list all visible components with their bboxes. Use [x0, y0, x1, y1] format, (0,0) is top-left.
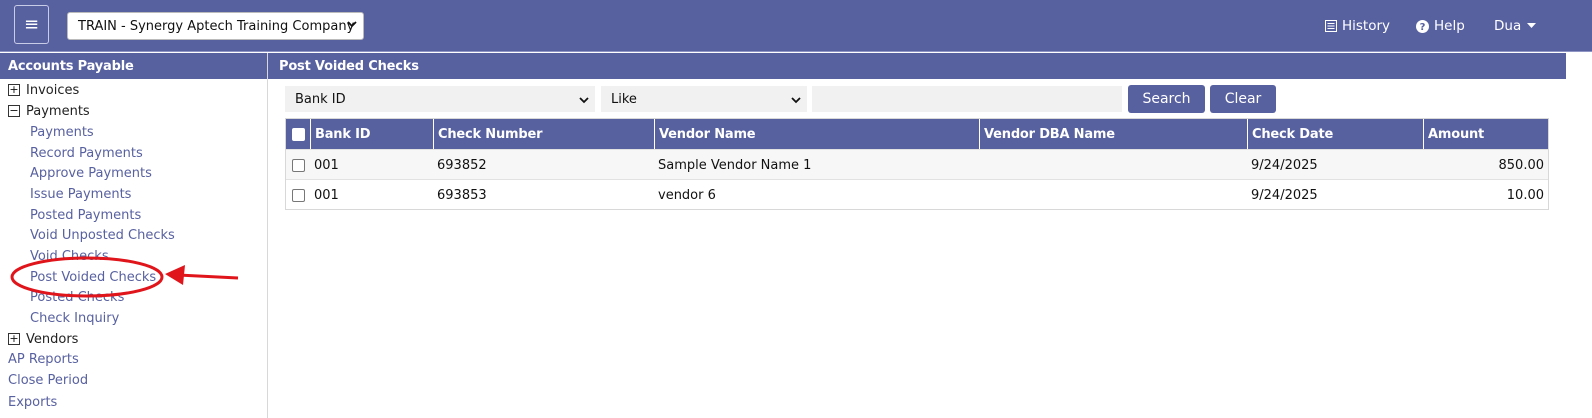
sidebar-item-label: Invoices [26, 82, 80, 98]
checks-table: Bank ID Check Number Vendor Name Vendor … [285, 118, 1549, 210]
sidebar-item-label: Payments [26, 103, 90, 119]
sidebar-item-payments[interactable]: − Payments [8, 101, 90, 121]
hamburger-menu-button[interactable]: ≡ [14, 5, 49, 44]
col-bank-id[interactable]: Bank ID [310, 119, 433, 149]
cell-vendor-dba-name [979, 150, 983, 180]
top-bar: ≡ TRAIN - Synergy Aptech Training Compan… [0, 0, 1592, 52]
company-select-value: TRAIN - Synergy Aptech Training Company [78, 18, 355, 34]
sidebar-item-exports[interactable]: Exports [8, 392, 57, 412]
col-vendor-dba-name[interactable]: Vendor DBA Name [979, 119, 1247, 149]
filter-field-select[interactable]: Bank ID [285, 86, 595, 112]
chevron-down-icon [791, 97, 801, 104]
filter-operator-value: Like [611, 91, 637, 107]
collapse-minus-icon[interactable]: − [8, 105, 20, 117]
cell-check-number: 693853 [437, 187, 487, 203]
cell-vendor-name: Sample Vendor Name 1 [658, 157, 812, 173]
history-icon [1325, 20, 1337, 32]
chevron-down-icon [347, 21, 357, 28]
history-label: History [1342, 18, 1391, 34]
cell-check-number: 693852 [437, 157, 487, 173]
sidebar-item-record-payments[interactable]: Record Payments [30, 143, 143, 163]
expand-plus-icon[interactable]: + [8, 333, 20, 345]
sidebar-item-posted-payments[interactable]: Posted Payments [30, 205, 141, 225]
col-check-date[interactable]: Check Date [1247, 119, 1423, 149]
clear-button[interactable]: Clear [1210, 85, 1276, 113]
select-all-checkbox[interactable] [291, 127, 305, 141]
sidebar-item-posted-checks[interactable]: Posted Checks [30, 287, 124, 307]
table-header: Bank ID Check Number Vendor Name Vendor … [286, 119, 1548, 149]
cell-vendor-name: vendor 6 [658, 187, 716, 203]
row-select-cell [286, 180, 310, 210]
sidebar-item-payments-list[interactable]: Payments [30, 122, 94, 142]
sidebar-item-label: Vendors [26, 331, 79, 347]
cell-check-date: 9/24/2025 [1251, 187, 1318, 203]
filter-operator-select[interactable]: Like [601, 86, 807, 112]
filter-field-value: Bank ID [295, 91, 346, 107]
sidebar: Accounts Payable + Invoices − Payments P… [0, 53, 268, 418]
cell-vendor-dba-name [979, 180, 983, 210]
search-button[interactable]: Search [1128, 85, 1205, 113]
user-label: Dua [1494, 18, 1522, 34]
main-panel: Post Voided Checks Bank ID Like Search C… [268, 53, 1592, 418]
page-title: Post Voided Checks [268, 53, 1566, 79]
svg-text:?: ? [1420, 22, 1426, 33]
col-check-number[interactable]: Check Number [433, 119, 654, 149]
sidebar-title: Accounts Payable [0, 53, 267, 79]
table-row[interactable]: 001 693853 vendor 6 9/24/2025 10.00 [286, 179, 1548, 209]
cell-amount: 850.00 [1498, 157, 1545, 173]
sidebar-item-post-voided-checks[interactable]: Post Voided Checks [30, 267, 156, 287]
history-link[interactable]: History [1325, 0, 1390, 52]
hamburger-icon: ≡ [23, 14, 40, 35]
user-menu[interactable]: Dua [1494, 0, 1537, 52]
sidebar-item-check-inquiry[interactable]: Check Inquiry [30, 308, 119, 328]
company-select[interactable]: TRAIN - Synergy Aptech Training Company [67, 12, 364, 40]
chevron-down-icon [579, 97, 589, 104]
row-checkbox[interactable] [291, 188, 305, 202]
row-select-cell [286, 150, 310, 180]
help-link[interactable]: ? Help [1416, 0, 1465, 52]
sidebar-item-close-period[interactable]: Close Period [8, 370, 88, 390]
help-label: Help [1434, 18, 1465, 34]
select-all-cell [286, 119, 310, 149]
filter-search-input[interactable] [812, 86, 1122, 112]
expand-plus-icon[interactable]: + [8, 84, 20, 96]
table-row[interactable]: 001 693852 Sample Vendor Name 1 9/24/202… [286, 149, 1548, 179]
help-icon: ? [1416, 19, 1429, 33]
sidebar-item-issue-payments[interactable]: Issue Payments [30, 184, 131, 204]
col-amount[interactable]: Amount [1423, 119, 1550, 149]
sidebar-item-approve-payments[interactable]: Approve Payments [30, 163, 152, 183]
cell-amount: 10.00 [1506, 187, 1544, 203]
sidebar-item-invoices[interactable]: + Invoices [8, 80, 79, 100]
sidebar-item-vendors[interactable]: + Vendors [8, 329, 78, 349]
col-vendor-name[interactable]: Vendor Name [654, 119, 979, 149]
row-checkbox[interactable] [291, 158, 305, 172]
sidebar-item-void-unposted-checks[interactable]: Void Unposted Checks [30, 225, 175, 245]
sidebar-item-void-checks[interactable]: Void Checks [30, 246, 109, 266]
caret-down-icon [1527, 23, 1537, 28]
sidebar-item-ap-reports[interactable]: AP Reports [8, 349, 79, 369]
cell-bank-id: 001 [314, 187, 339, 203]
cell-check-date: 9/24/2025 [1251, 157, 1318, 173]
cell-bank-id: 001 [314, 157, 339, 173]
